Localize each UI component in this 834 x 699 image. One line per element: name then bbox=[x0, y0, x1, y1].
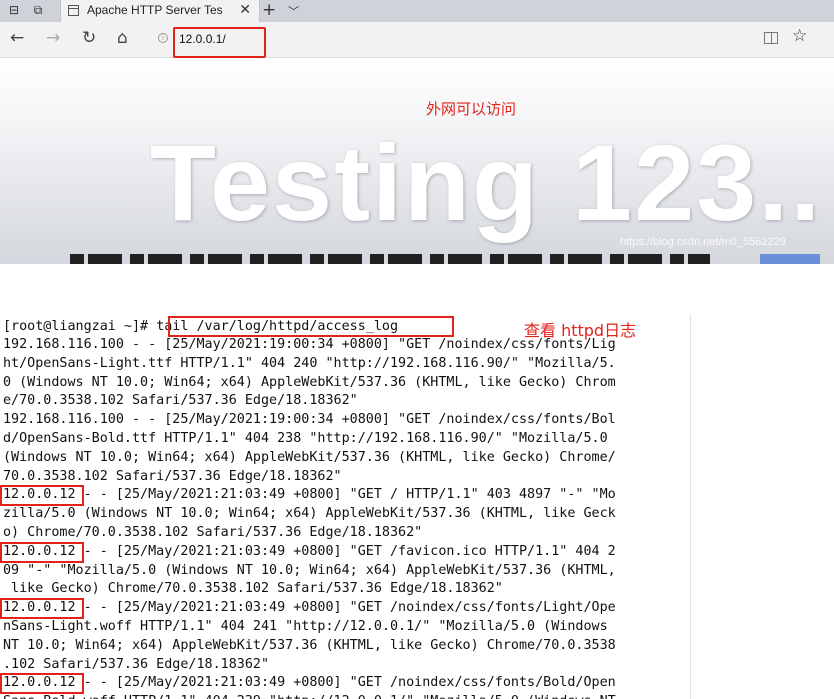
log-line: NT 10.0; Win64; x64) AppleWebKit/537.36 … bbox=[3, 637, 616, 653]
ip-highlight-box bbox=[0, 598, 84, 620]
log-line: o) Chrome/70.0.3538.102 Safari/537.36 Ed… bbox=[3, 524, 423, 540]
log-line: 0 (Windows NT 10.0; Win64; x64) AppleWeb… bbox=[3, 374, 616, 390]
reading-view-icon[interactable] bbox=[764, 32, 778, 44]
tab-list-icon[interactable]: ⧉ bbox=[30, 3, 46, 17]
log-line: 12.0.0.12 - - [25/May/2021:21:03:49 +080… bbox=[3, 600, 616, 616]
close-tab-icon[interactable]: ✕ bbox=[239, 2, 251, 18]
log-line: e/70.0.3538.102 Safari/537.36 Edge/18.18… bbox=[3, 393, 358, 409]
log-line: 12.0.0.12 - - [25/May/2021:21:03:49 +080… bbox=[3, 675, 616, 691]
clipped-body-text bbox=[60, 254, 820, 264]
page-heading: Testing 123.. bbox=[150, 122, 823, 243]
tab-preview-icon[interactable]: ⊟ bbox=[6, 3, 22, 17]
page-icon bbox=[68, 5, 79, 16]
log-line: 09 "-" "Mozilla/5.0 (Windows NT 10.0; Wi… bbox=[3, 562, 616, 578]
tab-title: Apache HTTP Server Tes bbox=[87, 3, 223, 17]
log-line: zilla/5.0 (Windows NT 10.0; Win64; x64) … bbox=[3, 506, 616, 522]
url-highlight-box bbox=[173, 27, 266, 58]
log-line: .102 Safari/537.36 Edge/18.18362" bbox=[3, 656, 270, 672]
log-line: 70.0.3538.102 Safari/537.36 Edge/18.1836… bbox=[3, 468, 342, 484]
access-annotation: 外网可以访问 bbox=[426, 100, 517, 118]
ip-highlight-box bbox=[0, 673, 84, 695]
log-line: 12.0.0.12 - - [25/May/2021:21:03:49 +080… bbox=[3, 543, 616, 559]
ip-highlight-box bbox=[0, 485, 84, 507]
tab-menu-chevron-icon[interactable]: ﹀ bbox=[288, 3, 299, 19]
home-icon[interactable]: ⌂ bbox=[117, 28, 128, 48]
page-hero: 外网可以访问 Testing 123.. https://blog.csdn.n… bbox=[0, 58, 834, 264]
log-output: 192.168.116.100 - - [25/May/2021:19:00:3… bbox=[3, 336, 693, 699]
command-highlight-box bbox=[168, 316, 454, 337]
log-line: (Windows NT 10.0; Win64; x64) AppleWebKi… bbox=[3, 449, 616, 465]
navigation-bar: ← → ↻ ⌂ i 12.0.0.1/ ☆ bbox=[0, 22, 834, 58]
log-line: nSans-Light.woff HTTP/1.1" 404 241 "http… bbox=[3, 618, 608, 634]
shell-prompt: [root@liangzai ~]# bbox=[3, 319, 157, 334]
log-line: 192.168.116.100 - - [25/May/2021:19:00:3… bbox=[3, 412, 616, 428]
log-line: like Gecko) Chrome/70.0.3538.102 Safari/… bbox=[3, 581, 503, 597]
log-line: Sans-Bold.woff HTTP/1.1" 404 239 "http:/… bbox=[3, 693, 693, 699]
watermark: https://blog.csdn.net/m0_5562229 bbox=[620, 236, 786, 248]
log-line: d/OpenSans-Bold.ttf HTTP/1.1" 404 238 "h… bbox=[3, 430, 608, 446]
ip-highlight-box bbox=[0, 541, 84, 563]
active-tab[interactable]: Apache HTTP Server Tes ✕ bbox=[60, 0, 260, 22]
site-info-icon[interactable]: i bbox=[158, 33, 168, 43]
log-line: ht/OpenSans-Light.ttf HTTP/1.1" 404 240 … bbox=[3, 355, 616, 371]
new-tab-button[interactable]: + bbox=[262, 0, 276, 20]
refresh-icon[interactable]: ↻ bbox=[82, 28, 96, 48]
back-icon[interactable]: ← bbox=[10, 28, 24, 48]
favorite-star-icon[interactable]: ☆ bbox=[792, 26, 807, 46]
log-line: 12.0.0.12 - - [25/May/2021:21:03:49 +080… bbox=[3, 487, 616, 503]
forward-icon[interactable]: → bbox=[46, 28, 60, 48]
browser-tab-strip: ⊟ ⧉ Apache HTTP Server Tes ✕ + ﹀ bbox=[0, 0, 834, 22]
log-line: 192.168.116.100 - - [25/May/2021:19:00:3… bbox=[3, 337, 616, 352]
